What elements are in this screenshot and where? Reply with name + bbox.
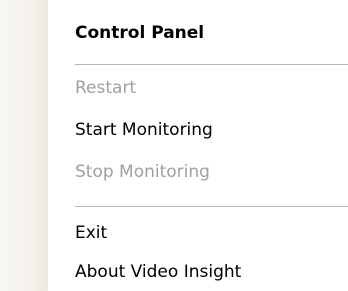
menu-item-control-panel[interactable]: Control Panel bbox=[48, 14, 348, 52]
menu-icon-gutter bbox=[0, 0, 48, 291]
menu-item-restart: Restart bbox=[75, 78, 137, 98]
menu-item-stop-monitoring: Stop Monitoring bbox=[75, 162, 210, 182]
menu-item-start-monitoring[interactable]: Start Monitoring bbox=[48, 111, 348, 149]
menu-item-exit[interactable]: Exit bbox=[48, 214, 348, 252]
menu-separator-2 bbox=[75, 206, 348, 207]
menu-items: Control Panel Restart Start Monitoring S… bbox=[48, 0, 348, 291]
menu-item-about[interactable]: About Video Insight bbox=[48, 253, 348, 291]
context-menu: Control Panel Restart Start Monitoring S… bbox=[0, 0, 348, 291]
menu-separator-1 bbox=[75, 64, 348, 65]
